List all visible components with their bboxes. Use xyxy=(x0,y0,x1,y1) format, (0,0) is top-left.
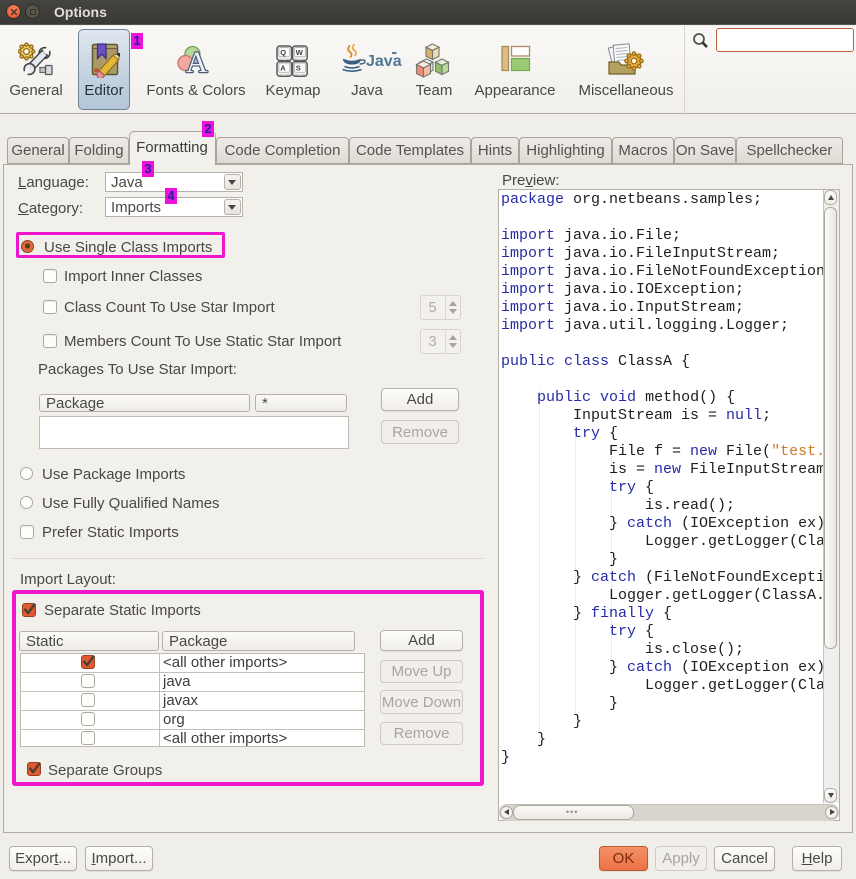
svg-text:A: A xyxy=(280,63,286,72)
svg-text:S: S xyxy=(296,63,301,72)
svg-text:W: W xyxy=(296,48,304,57)
svg-text:Q: Q xyxy=(280,48,286,57)
svg-text:A: A xyxy=(186,46,208,75)
svg-text:Java: Java xyxy=(366,53,402,70)
